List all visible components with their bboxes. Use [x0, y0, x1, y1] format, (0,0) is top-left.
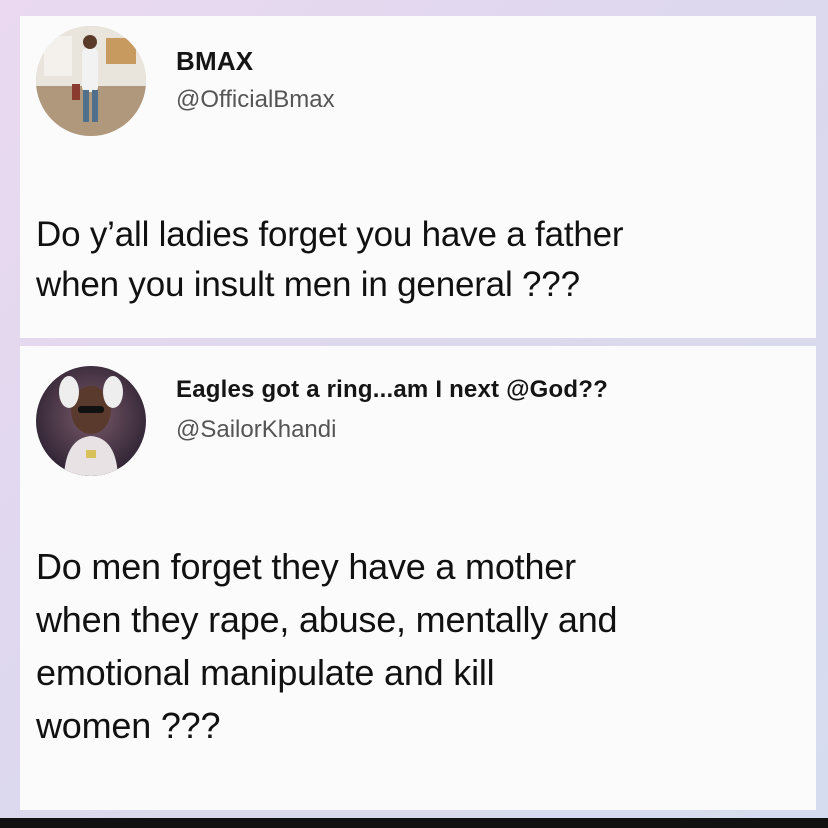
screenshot-frame: BMAX @OfficialBmax Do y’all ladies forge… — [0, 0, 828, 818]
tweet-text-line: Do men forget they have a mother — [36, 546, 576, 587]
tweet-card: Eagles got a ring...am I next @God?? @Sa… — [20, 346, 816, 810]
tweet-text: Do y’all ladies forget you have a father… — [36, 210, 800, 310]
display-name[interactable]: Eagles got a ring...am I next @God?? — [176, 376, 608, 404]
tweet-card: BMAX @OfficialBmax Do y’all ladies forge… — [20, 16, 816, 338]
tweet-text-line: women ??? — [36, 705, 221, 746]
avatar[interactable] — [36, 26, 146, 136]
profile-photo-icon — [36, 26, 146, 136]
profile-photo-icon — [36, 366, 146, 476]
tweet-text-line: when they rape, abuse, mentally and — [36, 599, 618, 640]
user-handle[interactable]: @SailorKhandi — [176, 416, 336, 444]
display-name[interactable]: BMAX — [176, 46, 253, 77]
avatar[interactable] — [36, 366, 146, 476]
tweet-text-line: when you insult men in general ??? — [36, 265, 580, 304]
tweet-text-line: emotional manipulate and kill — [36, 652, 495, 693]
tweet-text-line: Do y’all ladies forget you have a father — [36, 215, 624, 254]
user-handle[interactable]: @OfficialBmax — [176, 86, 335, 114]
tweet-text: Do men forget they have a mother when th… — [36, 540, 800, 752]
